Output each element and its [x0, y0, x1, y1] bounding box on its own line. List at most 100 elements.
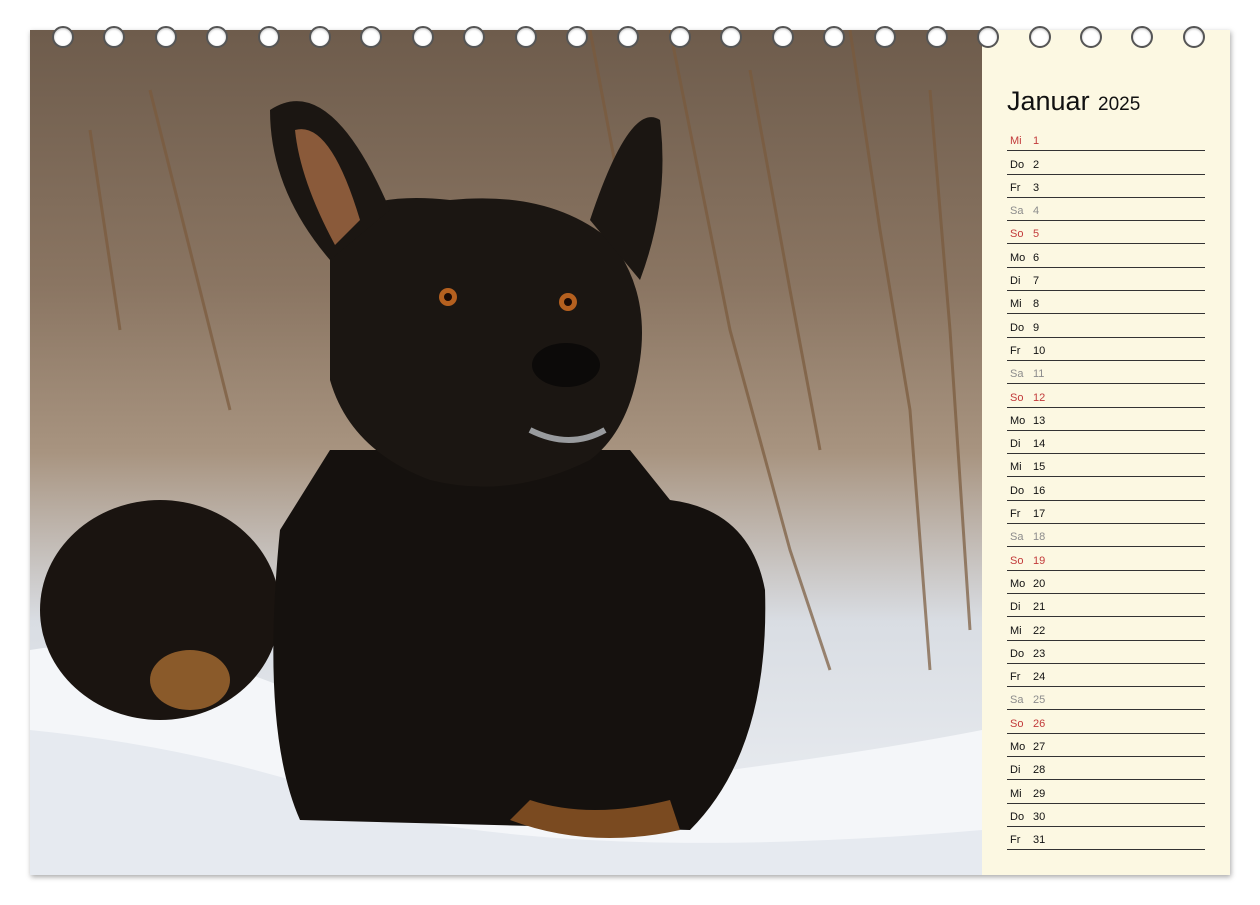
day-row: Fr 17 [1007, 501, 1205, 525]
day-row: So 19 [1007, 547, 1205, 571]
day-list: Mi 1 Do 2 Fr 3 Sa 4 So 5 Mo 6 Di 7 Mi 8 Do 9 Fr 10 Sa 11 So 12 M… [1007, 128, 1205, 851]
day-number: 15 [1033, 461, 1046, 474]
weekday-label: Do [1010, 810, 1025, 823]
binding-ring-icon [514, 26, 537, 48]
calendar-page: Januar 2025 Mi 1 Do 2 Fr 3 Sa 4 So 5 Mo 6 Di 7 Mi 8 Do 9 F… [30, 30, 1230, 875]
day-number: 28 [1033, 764, 1046, 777]
dog-photo-illustration [30, 30, 982, 875]
day-row: Di 14 [1007, 431, 1205, 455]
day-row: Fr 10 [1007, 338, 1205, 361]
day-row: Mo 27 [1007, 734, 1205, 758]
day-row: Mo 20 [1007, 571, 1205, 594]
day-number: 3 [1033, 181, 1040, 194]
day-number: 12 [1033, 391, 1046, 404]
day-number: 31 [1033, 834, 1046, 847]
day-row: Mi 29 [1007, 780, 1205, 804]
day-row: Sa 18 [1007, 524, 1205, 548]
day-row: Do 23 [1007, 641, 1205, 664]
day-number: 21 [1033, 601, 1046, 614]
weekday-label: Fr [1010, 834, 1021, 847]
weekday-label: Sa [1010, 531, 1024, 544]
binding-ring-icon [257, 26, 280, 48]
day-row: Do 30 [1007, 804, 1205, 827]
binding-ring-icon [617, 26, 640, 48]
day-number: 24 [1033, 671, 1046, 684]
weekday-label: Di [1010, 438, 1021, 451]
day-row: So 12 [1007, 384, 1205, 408]
day-number: 2 [1033, 158, 1040, 171]
day-number: 22 [1033, 624, 1046, 637]
day-row: So 26 [1007, 710, 1205, 734]
day-row: Mo 6 [1007, 244, 1205, 268]
binding-ring-icon [411, 26, 434, 48]
weekday-label: Mo [1010, 251, 1026, 264]
day-row: Do 9 [1007, 314, 1205, 338]
weekday-label: Fr [1010, 671, 1021, 684]
day-number: 19 [1033, 554, 1046, 567]
day-number: 17 [1033, 508, 1046, 521]
day-row: Di 21 [1007, 594, 1205, 618]
calendar-panel: Januar 2025 Mi 1 Do 2 Fr 3 Sa 4 So 5 Mo 6 Di 7 Mi 8 Do 9 F… [982, 30, 1230, 875]
binding-ring-icon [360, 26, 383, 48]
day-row: Sa 25 [1007, 687, 1205, 711]
weekday-label: Mo [1010, 741, 1026, 754]
binding-ring-icon [1080, 26, 1102, 48]
weekday-label: Mi [1010, 298, 1022, 311]
binding-ring-icon [1182, 26, 1205, 48]
day-row: Mi 22 [1007, 617, 1205, 641]
weekday-label: Mo [1010, 577, 1026, 590]
spiral-binding [0, 24, 1260, 54]
binding-ring-icon [977, 26, 1000, 48]
day-row: Mi 8 [1007, 291, 1205, 315]
binding-ring-icon [566, 26, 588, 48]
day-number: 1 [1033, 135, 1040, 148]
weekday-label: So [1010, 717, 1024, 730]
binding-ring-icon [309, 26, 331, 48]
day-number: 5 [1033, 228, 1040, 241]
photo-dog-in-snow [30, 30, 982, 875]
day-number: 16 [1033, 484, 1046, 497]
weekday-label: Mi [1010, 135, 1022, 148]
weekday-label: Sa [1010, 694, 1024, 707]
binding-ring-icon [668, 26, 691, 48]
day-number: 9 [1033, 321, 1040, 334]
weekday-label: Fr [1010, 508, 1021, 521]
day-row: Fr 24 [1007, 664, 1205, 688]
weekday-label: Do [1010, 321, 1025, 334]
day-row: So 5 [1007, 221, 1205, 245]
binding-ring-icon [925, 26, 948, 48]
day-number: 7 [1033, 275, 1040, 288]
day-number: 27 [1033, 741, 1046, 754]
weekday-label: Fr [1010, 344, 1021, 357]
weekday-label: Fr [1010, 181, 1021, 194]
weekday-label: So [1010, 228, 1024, 241]
day-row: Sa 4 [1007, 198, 1205, 222]
day-number: 20 [1033, 577, 1046, 590]
day-number: 18 [1033, 531, 1046, 544]
day-number: 13 [1033, 414, 1046, 427]
day-row: Sa 11 [1007, 361, 1205, 385]
weekday-label: So [1010, 391, 1024, 404]
day-row: Fr 31 [1007, 827, 1205, 851]
weekday-label: Sa [1010, 368, 1024, 381]
weekday-label: Mi [1010, 624, 1022, 637]
day-row: Mi 15 [1007, 454, 1205, 478]
binding-ring-icon [463, 26, 486, 48]
day-number: 29 [1033, 787, 1046, 800]
weekday-label: Do [1010, 484, 1025, 497]
day-row: Do 16 [1007, 477, 1205, 501]
binding-ring-icon [720, 26, 743, 48]
month-name: Januar [1007, 86, 1090, 116]
weekday-label: Do [1010, 647, 1025, 660]
binding-ring-icon [103, 26, 126, 48]
day-row: Do 2 [1007, 151, 1205, 175]
day-row: Mi 1 [1007, 128, 1205, 152]
weekday-label: So [1010, 554, 1024, 567]
day-row: Fr 3 [1007, 175, 1205, 198]
binding-ring-icon [52, 26, 74, 48]
weekday-label: Di [1010, 764, 1021, 777]
day-number: 25 [1033, 694, 1046, 707]
binding-ring-icon [823, 26, 845, 48]
weekday-label: Mi [1010, 787, 1022, 800]
weekday-label: Do [1010, 158, 1025, 171]
